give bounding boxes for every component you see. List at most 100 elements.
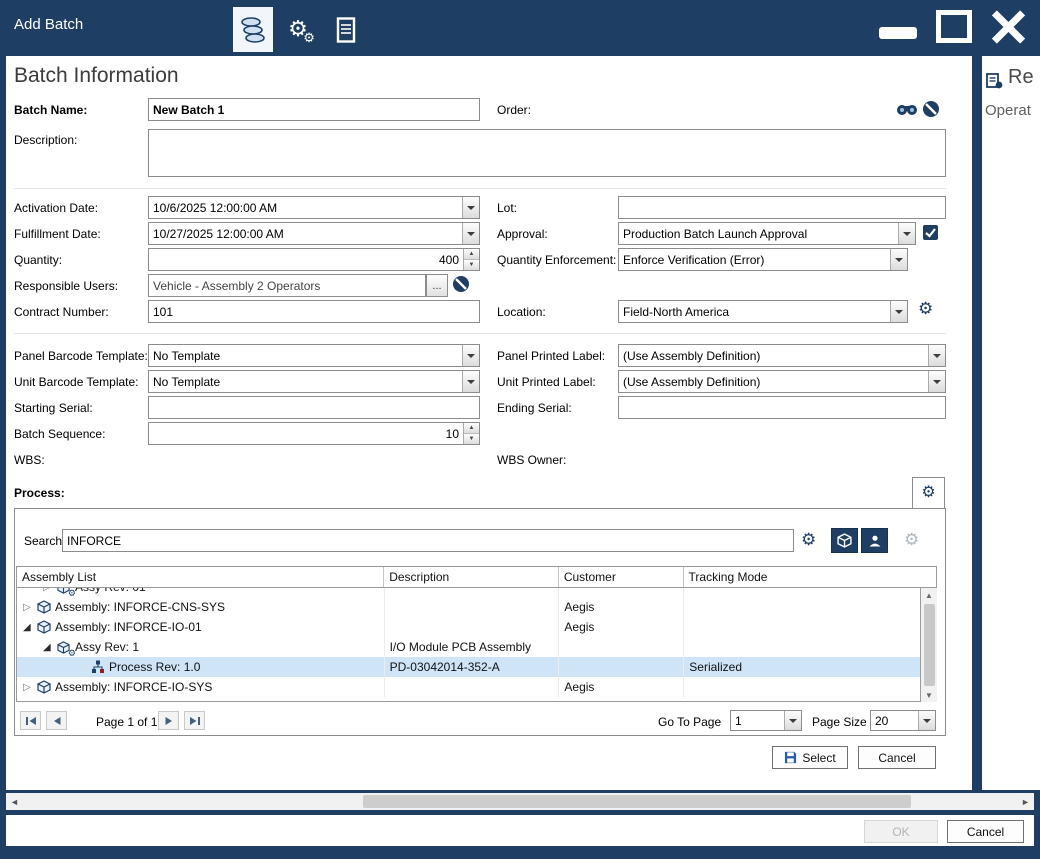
location-combo[interactable]: Field-North America <box>618 300 908 323</box>
clear-order-icon[interactable] <box>922 100 940 118</box>
chevron-down-icon[interactable] <box>462 371 479 392</box>
spin-up-icon[interactable]: ▲ <box>464 423 479 434</box>
first-page-button[interactable] <box>20 711 41 730</box>
document-toolbar-button[interactable] <box>326 7 366 52</box>
lot-input[interactable] <box>618 196 946 219</box>
expander-collapsed-icon[interactable]: ▷ <box>23 682 37 693</box>
spin-down-icon[interactable]: ▼ <box>464 260 479 270</box>
ok-button[interactable]: OK <box>864 820 938 843</box>
quantity-enforcement-label: Quantity Enforcement: <box>497 253 616 267</box>
activation-date-combo[interactable]: 10/6/2025 12:00:00 AM <box>148 196 480 219</box>
chevron-down-icon[interactable] <box>462 223 479 244</box>
spin-up-icon[interactable]: ▲ <box>464 249 479 260</box>
batch-sequence-stepper[interactable]: 10 ▲ ▼ <box>148 422 480 445</box>
table-vertical-scrollbar[interactable]: ▲ ▼ <box>921 588 937 702</box>
column-header-description[interactable]: Description <box>384 567 559 587</box>
unit-barcode-template-value: No Template <box>149 375 462 389</box>
contract-number-input[interactable] <box>148 300 480 323</box>
table-row-selected[interactable]: Process Rev: 1.0 PD-03042014-352-A Seria… <box>17 657 920 677</box>
search-input[interactable] <box>62 529 794 552</box>
assembly-table-body: ▷ ⚙ Assy Rev: 01 ▷ Assembly: INFORCE-CNS… <box>16 588 921 702</box>
scroll-right-icon[interactable]: ► <box>1017 797 1034 807</box>
approval-check-icon[interactable] <box>922 224 939 241</box>
cancel-button[interactable]: Cancel <box>947 820 1024 843</box>
wbs-owner-label: WBS Owner: <box>497 453 566 467</box>
table-row[interactable]: ▷ ⚙ Assy Rev: 01 <box>17 588 920 597</box>
table-row[interactable]: ▷ Assembly: INFORCE-IO-SYS Aegis <box>17 677 920 697</box>
table-row[interactable]: ▷ Assembly: INFORCE-CNS-SYS Aegis <box>17 597 920 617</box>
last-page-button[interactable] <box>184 711 205 730</box>
process-cancel-button[interactable]: Cancel <box>858 746 936 769</box>
table-row[interactable]: ◢ Assembly: INFORCE-IO-01 Aegis <box>17 617 920 637</box>
unit-printed-label-combo[interactable]: (Use Assembly Definition) <box>618 370 946 393</box>
page-title: Batch Information <box>14 64 179 88</box>
column-header-tracking-mode[interactable]: Tracking Mode <box>684 567 919 587</box>
description-input[interactable] <box>148 129 946 177</box>
close-button[interactable] <box>988 9 1028 45</box>
page-indicator: Page 1 of 1 <box>96 715 157 729</box>
scroll-left-icon[interactable]: ◄ <box>6 797 23 807</box>
fulfillment-date-combo[interactable]: 10/27/2025 12:00:00 AM <box>148 222 480 245</box>
settings-toolbar-button[interactable]: ⚙ ⚙ <box>278 7 318 52</box>
column-header-customer[interactable]: Customer <box>559 567 684 587</box>
panel-barcode-template-combo[interactable]: No Template <box>148 344 480 367</box>
section-divider <box>14 333 946 334</box>
chevron-down-icon[interactable] <box>462 345 479 366</box>
scroll-down-icon[interactable]: ▼ <box>925 688 933 702</box>
ending-serial-input[interactable] <box>618 396 946 419</box>
page-size-combo[interactable]: 20 <box>870 710 936 731</box>
expander-expanded-icon[interactable]: ◢ <box>43 642 57 653</box>
ending-serial-label: Ending Serial: <box>497 401 572 415</box>
next-page-button[interactable] <box>158 711 179 730</box>
batch-sequence-label: Batch Sequence: <box>14 427 105 441</box>
expander-expanded-icon[interactable]: ◢ <box>23 622 37 633</box>
right-panel-heading: Re <box>1008 66 1034 89</box>
panel-printed-label-combo[interactable]: (Use Assembly Definition) <box>618 344 946 367</box>
search-settings-gear-icon[interactable]: ⚙ <box>801 531 816 548</box>
chevron-down-icon[interactable] <box>928 371 945 392</box>
chevron-down-icon[interactable] <box>898 223 915 244</box>
filter-users-button[interactable] <box>861 528 888 553</box>
chevron-down-icon[interactable] <box>784 711 801 730</box>
minimize-button[interactable] <box>879 27 917 39</box>
horizontal-scrollbar[interactable]: ◄ ► <box>6 793 1034 810</box>
batch-name-input[interactable] <box>148 98 480 121</box>
responsible-users-label: Responsible Users: <box>14 279 118 293</box>
chevron-down-icon[interactable] <box>890 301 907 322</box>
scrollbar-thumb[interactable] <box>363 795 911 808</box>
activation-date-label: Activation Date: <box>14 201 98 215</box>
assembly-icon <box>37 679 55 695</box>
previous-page-button[interactable] <box>46 711 67 730</box>
chevron-down-icon[interactable] <box>890 249 907 270</box>
spin-down-icon[interactable]: ▼ <box>464 434 479 444</box>
table-row[interactable]: ◢ ⚙ Assy Rev: 1 I/O Module PCB Assembly <box>17 637 920 657</box>
responsible-users-value[interactable]: Vehicle - Assembly 2 Operators <box>148 274 426 297</box>
responsible-users-browse-button[interactable]: ... <box>426 274 448 297</box>
approval-combo[interactable]: Production Batch Launch Approval <box>618 222 916 245</box>
starting-serial-input[interactable] <box>148 396 480 419</box>
right-panel-subheading: Operat <box>985 102 1031 119</box>
clear-responsible-users-icon[interactable] <box>452 275 470 293</box>
go-to-page-combo[interactable]: 1 <box>730 710 802 731</box>
scroll-up-icon[interactable]: ▲ <box>925 588 933 602</box>
filter-assemblies-button[interactable] <box>831 528 858 553</box>
column-header-assembly-list[interactable]: Assembly List <box>17 567 384 587</box>
process-settings-button[interactable]: ⚙ <box>912 477 945 508</box>
unit-barcode-template-combo[interactable]: No Template <box>148 370 480 393</box>
location-gear-icon[interactable]: ⚙ <box>918 300 933 317</box>
quantity-enforcement-combo[interactable]: Enforce Verification (Error) <box>618 248 908 271</box>
chevron-down-icon[interactable] <box>928 345 945 366</box>
quantity-stepper[interactable]: 400 ▲ ▼ <box>148 248 480 271</box>
scrollbar-thumb[interactable] <box>924 604 935 686</box>
maximize-button[interactable] <box>936 10 972 43</box>
document-icon <box>336 17 356 43</box>
quantity-label: Quantity: <box>14 253 62 267</box>
expander-collapsed-icon[interactable]: ▷ <box>43 588 57 593</box>
chevron-down-icon[interactable] <box>918 711 935 730</box>
batches-toolbar-button[interactable] <box>233 7 273 52</box>
process-label: Process: <box>14 486 65 500</box>
expander-collapsed-icon[interactable]: ▷ <box>23 602 37 613</box>
chevron-down-icon[interactable] <box>462 197 479 218</box>
select-button[interactable]: Select <box>772 746 848 769</box>
binoculars-icon[interactable] <box>896 101 918 117</box>
